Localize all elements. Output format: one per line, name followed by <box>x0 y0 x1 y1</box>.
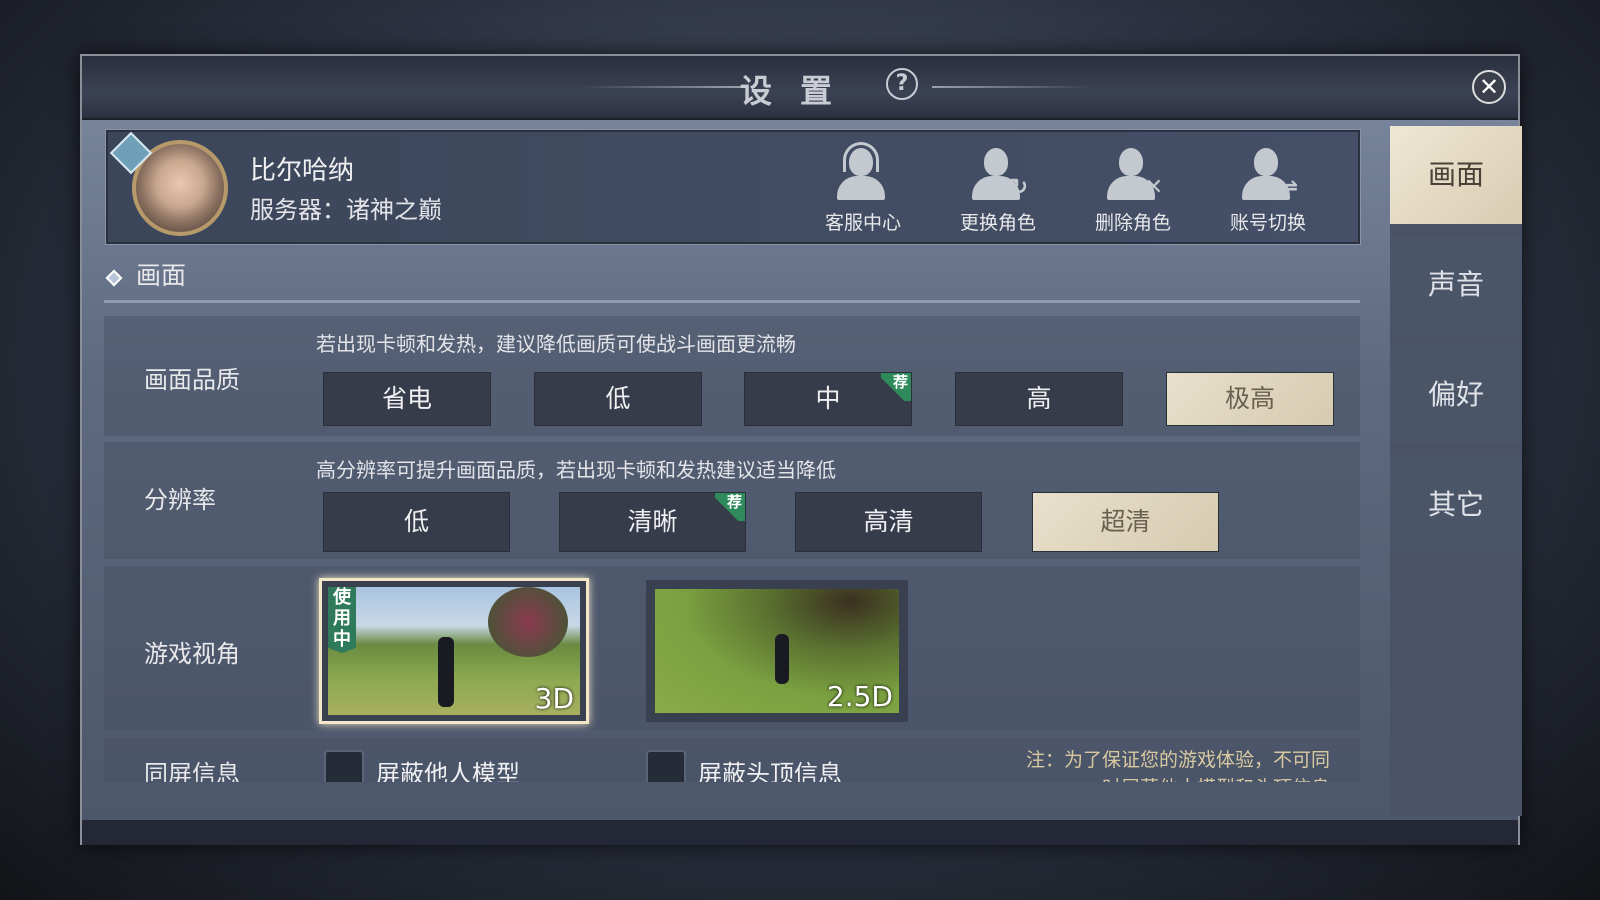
quality-option-medium[interactable]: 中荐 <box>744 372 912 426</box>
footer-bar <box>82 820 1518 845</box>
quality-option-low[interactable]: 低 <box>534 372 702 426</box>
resolution-option-clear[interactable]: 清晰荐 <box>559 492 746 552</box>
tab-graphics[interactable]: 画面 <box>1390 126 1522 224</box>
hide-other-models-checkbox[interactable] <box>324 750 364 782</box>
resolution-row: 分辨率 高分辨率可提升画面品质，若出现卡顿和发热建议适当降低 低 清晰荐 高清 … <box>104 442 1360 559</box>
in-use-badge: 使用中 <box>328 587 356 653</box>
quality-option-ultra[interactable]: 极高 <box>1166 372 1334 426</box>
settings-scroll-area[interactable]: 画面品质 若出现卡顿和发热，建议降低画质可使战斗画面更流畅 省电 低 中荐 高 … <box>104 56 1360 782</box>
resolution-option-ultra-hd[interactable]: 超清 <box>1032 492 1219 552</box>
camera-row: 游戏视角 使用中 3D 2.5D <box>104 566 1360 730</box>
resolution-option-hd[interactable]: 高清 <box>795 492 982 552</box>
quality-option-high[interactable]: 高 <box>955 372 1123 426</box>
recommended-badge: 荐 <box>881 373 911 401</box>
3d-preview-image: 使用中 3D <box>328 587 580 715</box>
settings-panel: 设置 ? ✕ 比尔哈纳 服务器：诸神之巅 客服中心 ↻ 更换角色 ✕ 删除角色 … <box>80 54 1520 845</box>
tab-preferences[interactable]: 偏好 <box>1390 346 1522 444</box>
screen-info-note: 注：为了保证您的游戏体验，不可同时屏蔽他人模型和头顶信息 <box>1012 746 1330 782</box>
close-button[interactable]: ✕ <box>1472 70 1506 104</box>
quality-option-power-save[interactable]: 省电 <box>323 372 491 426</box>
screen-info-row: 同屏信息 屏蔽他人模型 屏蔽头顶信息 注：为了保证您的游戏体验，不可同时屏蔽他人… <box>104 738 1360 782</box>
tab-sound[interactable]: 声音 <box>1390 236 1522 334</box>
tab-other[interactable]: 其它 <box>1390 456 1522 554</box>
recommended-badge: 荐 <box>715 493 745 521</box>
2-5d-preview-image: 2.5D <box>655 589 899 713</box>
hide-overhead-info-checkbox[interactable] <box>646 750 686 782</box>
resolution-option-low[interactable]: 低 <box>323 492 510 552</box>
camera-option-3d[interactable]: 使用中 3D <box>319 578 589 724</box>
quality-row: 画面品质 若出现卡顿和发热，建议降低画质可使战斗画面更流畅 省电 低 中荐 高 … <box>104 316 1360 436</box>
camera-option-2-5d[interactable]: 2.5D <box>646 580 908 722</box>
